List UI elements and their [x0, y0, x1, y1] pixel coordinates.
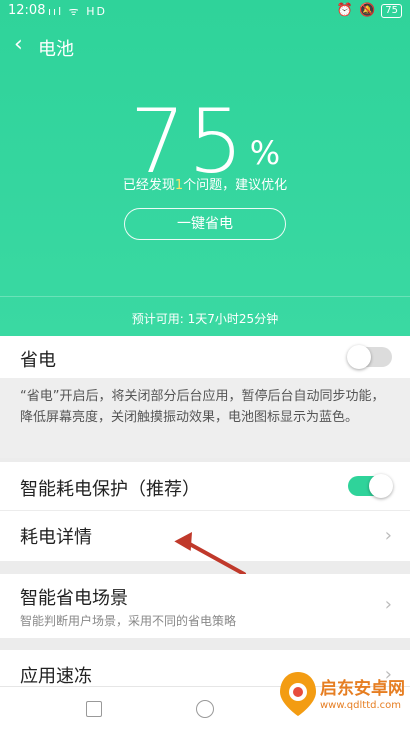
pointer-arrow-icon: [174, 532, 246, 576]
battery-hero: 12:08 ııl ᯤ HD ⏰ 🔕 75 ‹ 电池 75% 已经发现1个问题，…: [0, 0, 410, 336]
toggle-knob: [369, 474, 393, 498]
smart-protect-toggle[interactable]: [348, 474, 393, 498]
watermark-url: www.qdlttd.com: [320, 700, 401, 711]
status-time: 12:08: [8, 3, 46, 18]
app-freeze-label: 应用速冻: [20, 666, 92, 687]
smart-scene-sub: 智能判断用户场景，采用不同的省电策略: [20, 614, 237, 628]
hero-divider: [0, 296, 410, 297]
page-title: 电池: [38, 39, 74, 60]
chevron-right-icon: ›: [384, 594, 392, 615]
back-arrow-icon[interactable]: ‹: [14, 34, 23, 56]
toggle-knob: [347, 345, 371, 369]
recent-apps-icon[interactable]: [86, 701, 102, 717]
smart-scene-label: 智能省电场景: [20, 588, 128, 609]
title-bar: ‹ 电池: [0, 30, 410, 62]
issue-summary: 已经发现1个问题，建议优化: [122, 178, 288, 193]
power-save-row[interactable]: 省电: [0, 336, 410, 378]
watermark-logo-icon: [280, 672, 316, 716]
usage-details-label: 耗电详情: [20, 527, 92, 548]
issue-count: 1: [174, 178, 184, 193]
smart-scene-row[interactable]: 智能省电场景 智能判断用户场景，采用不同的省电策略 ›: [0, 574, 410, 638]
chevron-right-icon: ›: [384, 525, 392, 546]
mute-icon: 🔕: [359, 3, 376, 18]
status-bar: 12:08 ııl ᯤ HD ⏰ 🔕 75: [0, 0, 410, 22]
smart-protect-label: 智能耗电保护（推荐）: [20, 479, 200, 500]
power-save-label: 省电: [20, 350, 56, 371]
watermark-name: 启东安卓网: [320, 679, 405, 699]
status-right: ⏰ 🔕 75: [337, 3, 402, 18]
estimated-time: 预计可用: 1天7小时25分钟: [131, 312, 279, 326]
signal-icon: ııl ᯤ HD: [48, 5, 107, 18]
battery-icon: 75: [381, 3, 402, 18]
home-icon[interactable]: [196, 700, 214, 718]
percent-sign: %: [249, 134, 281, 172]
smart-protect-row[interactable]: 智能耗电保护（推荐）: [0, 462, 410, 510]
one-click-save-button[interactable]: 一键省电: [124, 208, 286, 240]
power-save-toggle[interactable]: [347, 345, 392, 369]
alarm-icon: ⏰: [336, 3, 354, 18]
power-save-description: “省电”开启后，将关闭部分后台应用，暂停后台自动同步功能，降低屏幕亮度，关闭触摸…: [0, 378, 410, 458]
site-watermark: 启东安卓网 www.qdlttd.com: [268, 664, 410, 730]
